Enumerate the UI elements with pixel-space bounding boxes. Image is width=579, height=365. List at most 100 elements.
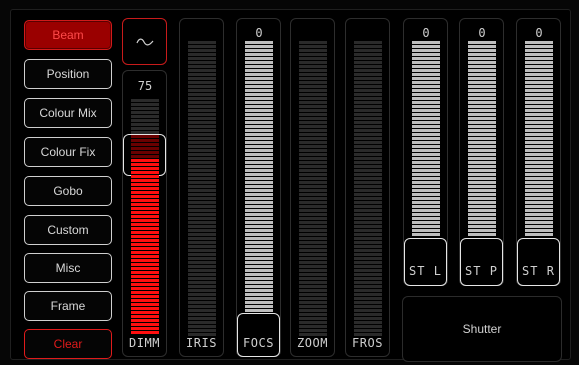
menu-gobo-button[interactable]: Gobo <box>24 176 112 206</box>
dimmer-segment <box>131 295 159 298</box>
shutter-st-p-segment <box>468 157 496 160</box>
menu-position-button[interactable]: Position <box>24 59 112 89</box>
iris-segment <box>188 241 216 244</box>
zoom-segment <box>299 145 327 148</box>
shutter-st-l-segment <box>412 65 440 68</box>
shutter-st-r-segment <box>525 49 553 52</box>
iris-segment <box>188 293 216 296</box>
focus-segment <box>245 193 273 196</box>
focus-segment <box>245 81 273 84</box>
shutter-st-r-segment <box>525 61 553 64</box>
shutter-st-l-segment <box>412 93 440 96</box>
focus-value: 0 <box>240 24 278 42</box>
menu-colour-mix-button[interactable]: Colour Mix <box>24 98 112 128</box>
zoom-segment <box>299 321 327 324</box>
shutter-st-r-segment <box>525 233 553 236</box>
menu-colour-fix-button[interactable]: Colour Fix <box>24 137 112 167</box>
shutter-st-l-segment <box>412 49 440 52</box>
iris-segment <box>188 333 216 336</box>
dimmer-segment <box>131 255 159 258</box>
shutter-st-r-fader[interactable]: 0 ST R <box>516 18 561 286</box>
frost-segment <box>354 281 382 284</box>
frost-segment <box>354 201 382 204</box>
menu-misc-button[interactable]: Misc <box>24 253 112 283</box>
shutter-st-p-segment <box>468 73 496 76</box>
zoom-segment <box>299 89 327 92</box>
shutter-st-r-segment <box>525 45 553 48</box>
shutter-st-l-handle[interactable] <box>404 238 447 286</box>
zoom-segment <box>299 269 327 272</box>
dimmer-segment <box>131 207 159 210</box>
zoom-segment <box>299 113 327 116</box>
shutter-st-p-segment <box>468 177 496 180</box>
menu-custom-button[interactable]: Custom <box>24 215 112 245</box>
shutter-st-r-segment <box>525 185 553 188</box>
beam-mode-button[interactable] <box>122 18 167 65</box>
menu-beam-button[interactable]: Beam <box>24 20 112 50</box>
app-root: Beam Position Colour Mix Colour Fix Gobo… <box>0 0 579 365</box>
dimmer-segment <box>131 187 159 190</box>
zoom-segment <box>299 109 327 112</box>
zoom-fader[interactable]: ZOOM <box>290 18 335 357</box>
dimmer-segment <box>131 235 159 238</box>
iris-segment <box>188 117 216 120</box>
iris-segment <box>188 245 216 248</box>
zoom-segment <box>299 253 327 256</box>
shutter-st-r-segment <box>525 153 553 156</box>
shutter-st-l-segment <box>412 61 440 64</box>
dimmer-segment <box>131 279 159 282</box>
iris-segment <box>188 237 216 240</box>
dimmer-segment <box>131 191 159 194</box>
dimmer-segment <box>131 231 159 234</box>
shutter-st-r-segment <box>525 69 553 72</box>
frost-segment <box>354 297 382 300</box>
dimmer-segment <box>131 291 159 294</box>
shutter-st-l-segment <box>412 81 440 84</box>
iris-segment <box>188 221 216 224</box>
shutter-st-r-segment <box>525 77 553 80</box>
frost-segment <box>354 253 382 256</box>
iris-segment <box>188 257 216 260</box>
shutter-st-l-segment <box>412 233 440 236</box>
shutter-st-r-handle[interactable] <box>517 238 560 286</box>
clear-button[interactable]: Clear <box>24 329 112 359</box>
iris-fader[interactable]: IRIS <box>179 18 224 357</box>
focus-segment <box>245 125 273 128</box>
dimmer-segment <box>131 315 159 318</box>
focus-fader-handle[interactable] <box>237 313 280 357</box>
shutter-st-p-segment <box>468 85 496 88</box>
shutter-st-p-handle[interactable] <box>460 238 503 286</box>
dimmer-segment <box>131 247 159 250</box>
dimmer-segment <box>131 179 159 182</box>
zoom-segment <box>299 233 327 236</box>
iris-segment <box>188 329 216 332</box>
iris-segment <box>188 201 216 204</box>
dimmer-fader[interactable]: 75 DIMM <box>122 70 167 357</box>
frost-fader[interactable]: FROS <box>345 18 390 357</box>
dimmer-segment <box>131 139 159 142</box>
frost-segment <box>354 161 382 164</box>
shutter-st-l-segment <box>412 137 440 140</box>
focus-segment <box>245 209 273 212</box>
zoom-segment <box>299 101 327 104</box>
shutter-st-l-segment <box>412 149 440 152</box>
focus-segment <box>245 69 273 72</box>
focus-segment <box>245 161 273 164</box>
dimmer-segment <box>131 159 159 162</box>
shutter-st-l-segment <box>412 153 440 156</box>
shutter-st-l-fader[interactable]: 0 ST L <box>403 18 448 286</box>
dimmer-segment <box>131 147 159 150</box>
focus-fader[interactable]: 0 FOCS <box>236 18 281 357</box>
frost-segment <box>354 133 382 136</box>
frost-segment <box>354 261 382 264</box>
shutter-st-p-fader[interactable]: 0 ST P <box>459 18 504 286</box>
focus-segment <box>245 305 273 308</box>
zoom-segment <box>299 329 327 332</box>
shutter-st-p-segment <box>468 101 496 104</box>
menu-frame-button[interactable]: Frame <box>24 291 112 321</box>
focus-segment <box>245 237 273 240</box>
shutter-panel[interactable]: Shutter <box>402 296 562 362</box>
shutter-st-l-segment <box>412 181 440 184</box>
zoom-segment <box>299 61 327 64</box>
frost-segment <box>354 57 382 60</box>
